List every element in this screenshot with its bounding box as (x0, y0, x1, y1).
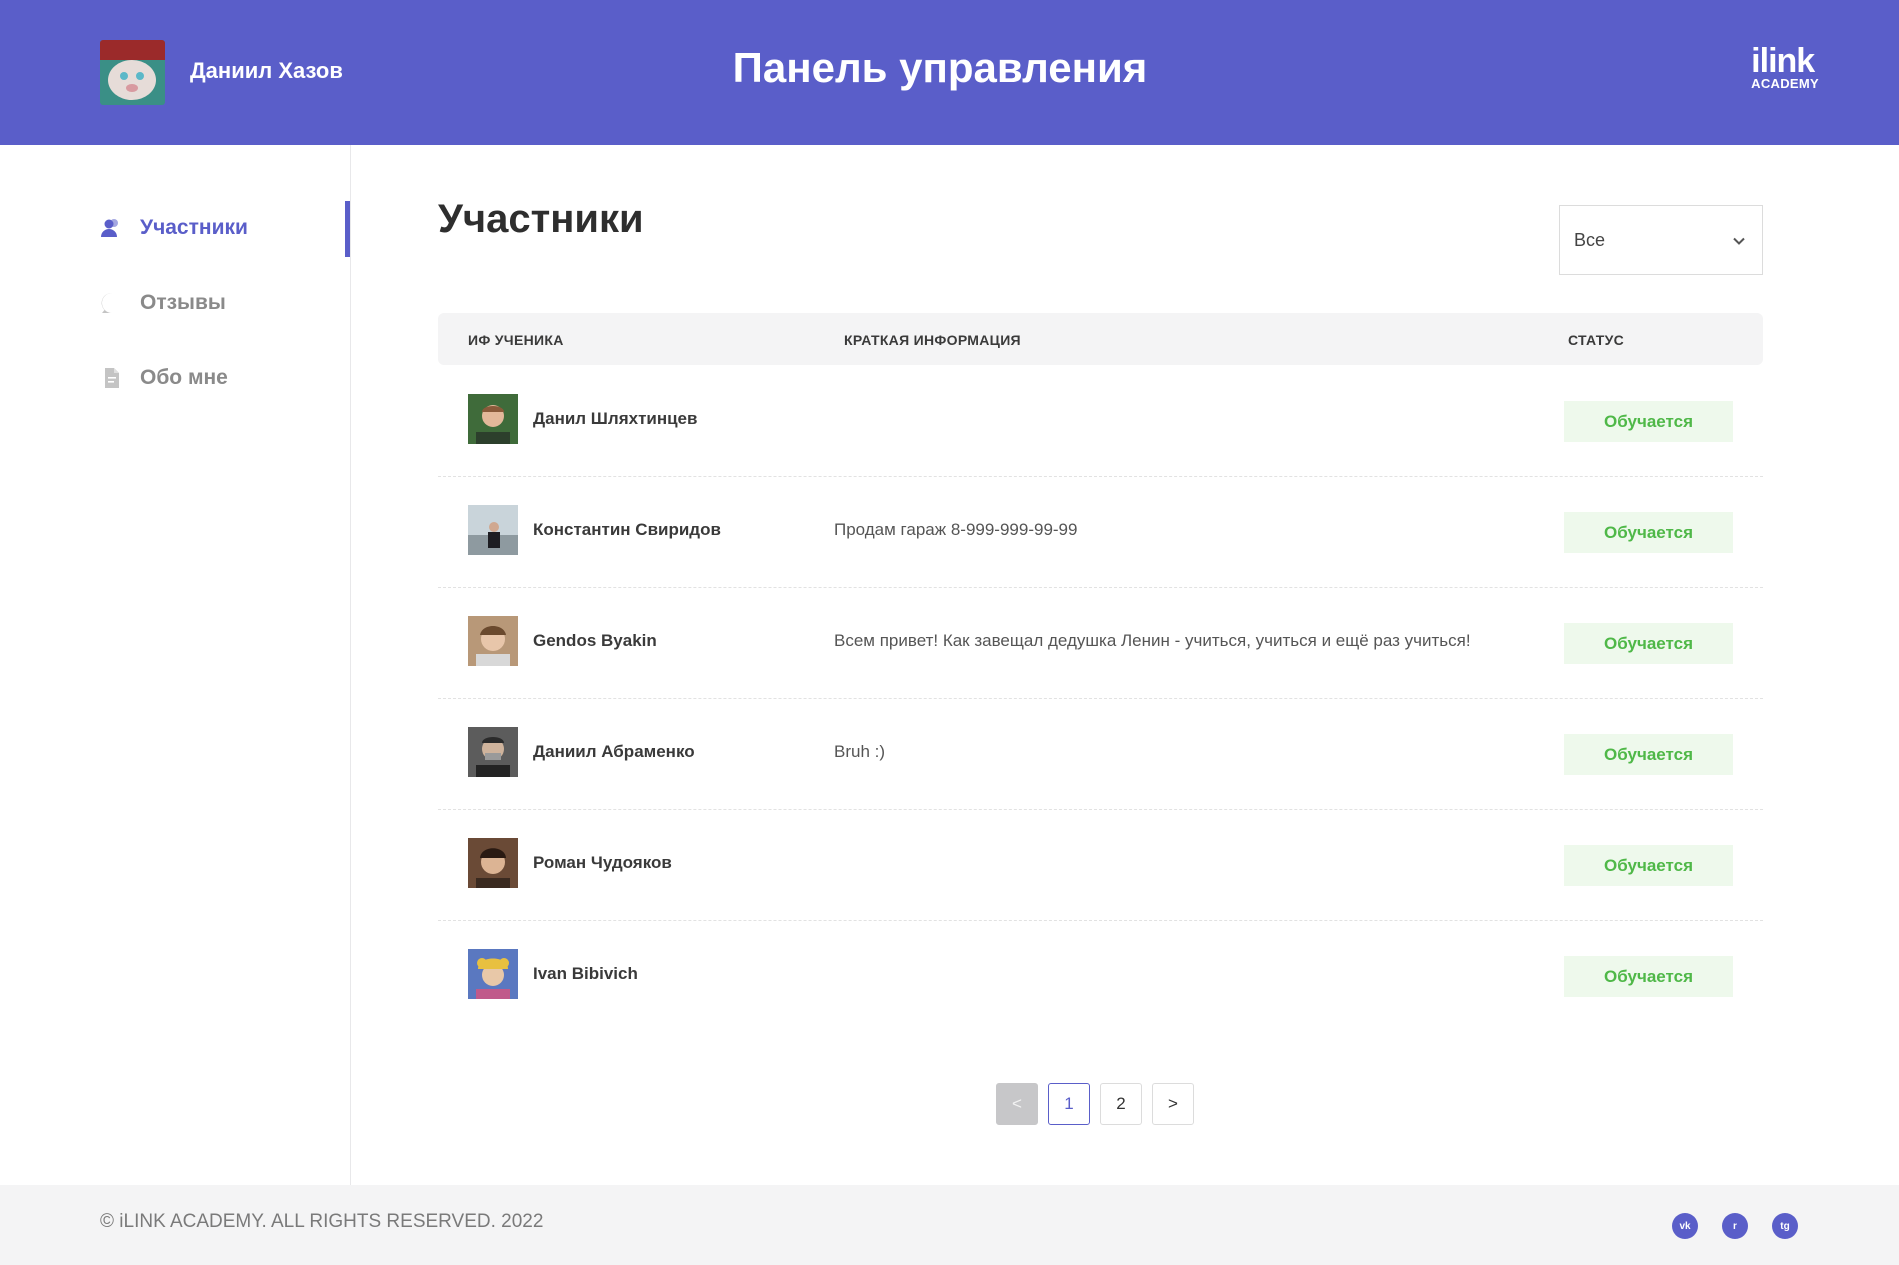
student-name: Даниил Абраменко (533, 742, 695, 761)
student-name: Роман Чудояков (533, 853, 672, 872)
student-avatar (468, 949, 518, 999)
student-name: Gendos Byakin (533, 631, 657, 650)
column-header-name: ИФ УЧЕНИКА (468, 332, 564, 348)
student-info: Продам гараж 8-999-999-99-99 (834, 520, 1078, 539)
student-name: Данил Шляхтинцев (533, 409, 698, 428)
footer: © iLINK ACADEMY. ALL RIGHTS RESERVED. 20… (0, 1185, 1899, 1265)
vk-icon[interactable]: vk (1672, 1213, 1698, 1239)
users-icon (100, 216, 124, 240)
status-badge: Обучается (1564, 734, 1733, 775)
sidebar-item-about-me[interactable]: Обо мне (100, 363, 228, 393)
sidebar-item-label: Участники (140, 216, 248, 239)
sidebar-item-participants[interactable]: Участники (100, 213, 248, 243)
table-row[interactable]: Gendos Byakin Всем привет! Как завещал д… (438, 588, 1763, 699)
column-header-info: КРАТКАЯ ИНФОРМАЦИЯ (844, 332, 1021, 348)
status-badge: Обучается (1564, 401, 1733, 442)
chat-bubble-icon (100, 291, 124, 315)
student-info: Всем привет! Как завещал дедушка Ленин -… (834, 631, 1471, 650)
header: Даниил Хазов Панель управления ilink ACA… (0, 0, 1899, 145)
page-header-title: Панель управления (732, 44, 1148, 91)
student-name: Константин Свиридов (533, 520, 721, 539)
student-avatar (468, 838, 518, 888)
document-icon (100, 366, 124, 390)
logo-sub-text: ACADEMY (1751, 76, 1819, 91)
student-avatar (468, 394, 518, 444)
table-row[interactable]: Роман Чудояков Обучается (438, 810, 1763, 921)
table-header: ИФ УЧЕНИКА КРАТКАЯ ИНФОРМАЦИЯ СТАТУС (438, 313, 1763, 365)
chevron-down-icon (1732, 232, 1746, 246)
sidebar-item-label: Обо мне (140, 366, 228, 389)
sidebar: Участники Отзывы Обо мне (0, 145, 351, 1185)
status-badge: Обучается (1564, 623, 1733, 664)
table-row[interactable]: Данил Шляхтинцев Обучается (438, 366, 1763, 477)
table-row[interactable]: Ivan Bibivich Обучается (438, 921, 1763, 1032)
student-info: Bruh :) (834, 742, 886, 761)
logo-main-text: ilink (1751, 42, 1815, 80)
status-filter-select[interactable]: Все (1559, 205, 1763, 275)
social-links: vk r tg (1672, 1213, 1798, 1239)
student-avatar (468, 727, 518, 777)
pagination-prev-button[interactable]: < (996, 1083, 1038, 1125)
sidebar-item-label: Отзывы (140, 291, 226, 314)
pagination-page-2[interactable]: 2 (1100, 1083, 1142, 1125)
table-row[interactable]: Даниил Абраменко Bruh :) Обучается (438, 699, 1763, 810)
copyright-text: © iLINK ACADEMY. ALL RIGHTS RESERVED. 20… (100, 1211, 544, 1232)
pagination-next-button[interactable]: > (1152, 1083, 1194, 1125)
table-row[interactable]: Константин Свиридов Продам гараж 8-999-9… (438, 477, 1763, 588)
pagination: < 1 2 > (996, 1083, 1194, 1125)
reddit-icon[interactable]: r (1722, 1213, 1748, 1239)
status-badge: Обучается (1564, 845, 1733, 886)
page-title: Участники (438, 197, 644, 241)
telegram-icon[interactable]: tg (1772, 1213, 1798, 1239)
status-badge: Обучается (1564, 512, 1733, 553)
sidebar-item-reviews[interactable]: Отзывы (100, 288, 226, 318)
status-badge: Обучается (1564, 956, 1733, 997)
student-avatar (468, 616, 518, 666)
column-header-status: СТАТУС (1568, 332, 1625, 348)
student-avatar (468, 505, 518, 555)
pagination-page-1[interactable]: 1 (1048, 1083, 1090, 1125)
sidebar-active-indicator (345, 201, 350, 257)
student-name: Ivan Bibivich (533, 964, 638, 983)
filter-selected-value: Все (1574, 229, 1606, 250)
ilink-academy-logo[interactable]: ilink ACADEMY (1751, 42, 1819, 91)
